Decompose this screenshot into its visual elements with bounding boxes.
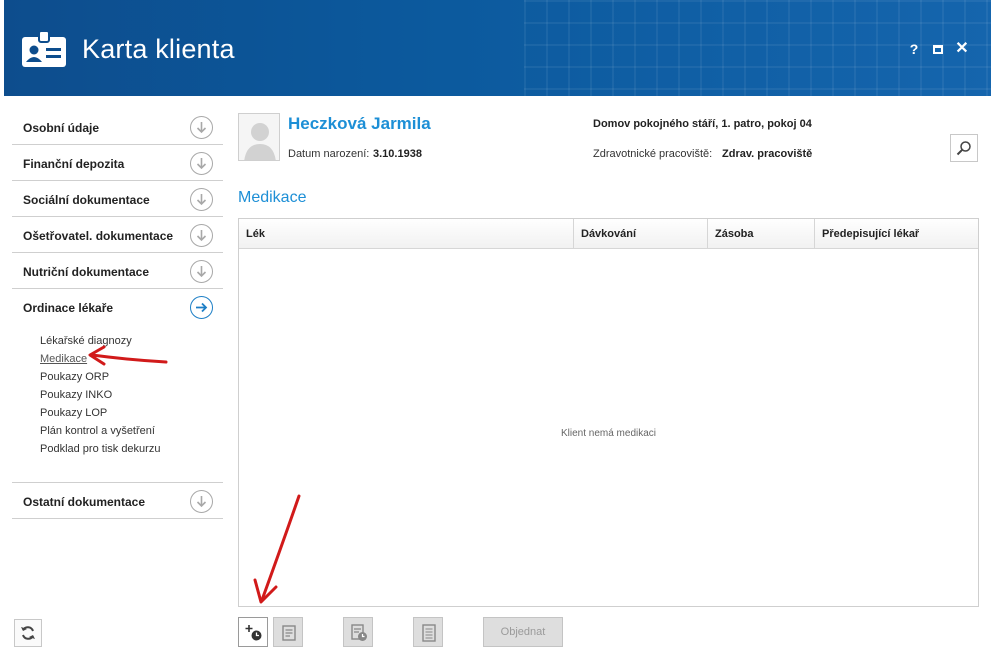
sidebar-item-label: Nutriční dokumentace: [23, 265, 150, 279]
dob-label: Datum narození:: [288, 148, 370, 160]
dob-value: 3.10.1938: [373, 148, 422, 160]
submenu-medikace[interactable]: Medikace: [12, 350, 223, 368]
close-button[interactable]: ✕: [953, 40, 971, 58]
sidebar-item-label: Osobní údaje: [23, 121, 100, 135]
empty-table-message: Klient nemá medikaci: [560, 428, 657, 439]
search-button[interactable]: [950, 134, 978, 162]
client-name: Heczková Jarmila: [288, 114, 431, 133]
column-header-predepisujici-lekar[interactable]: Předepisující lékař: [815, 219, 978, 249]
id-card-icon: [22, 30, 66, 67]
submenu-plan-kontrol[interactable]: Plán kontrol a vyšetření: [12, 422, 223, 440]
table-header: Lék Dávkování Zásoba Předepisující lékař: [239, 219, 978, 249]
sidebar-item-label: Sociální dokumentace: [23, 193, 150, 207]
expand-down-icon[interactable]: [190, 224, 213, 247]
section-title: Medikace: [238, 189, 307, 206]
sidebar-item-label: Finanční depozita: [23, 157, 125, 171]
column-header-davkovani[interactable]: Dávkování: [574, 219, 708, 249]
sidebar-item-label: Ostatní dokumentace: [23, 495, 146, 509]
sidebar-item-nutricni-dokumentace[interactable]: Nutriční dokumentace: [12, 253, 223, 289]
column-header-lek[interactable]: Lék: [239, 219, 574, 249]
submenu-lekarske-diagnozy[interactable]: Lékařské diagnozy: [12, 332, 223, 350]
client-avatar: [238, 113, 280, 161]
sidebar-item-financni-depozita[interactable]: Finanční depozita: [12, 145, 223, 181]
expand-down-icon[interactable]: [190, 260, 213, 283]
sidebar-item-osobni-udaje[interactable]: Osobní údaje: [12, 109, 223, 145]
refresh-icon: [21, 626, 35, 640]
expand-down-icon[interactable]: [190, 116, 213, 139]
arrow-right-icon[interactable]: [190, 296, 213, 319]
person-placeholder-icon: [244, 123, 276, 160]
document-list-icon: [422, 624, 436, 642]
sidebar-item-label: Ordinace lékaře: [23, 301, 114, 315]
document-edit-icon: [282, 625, 296, 641]
submenu-poukazy-orp[interactable]: Poukazy ORP: [12, 368, 223, 386]
workplace-label: Zdravotnické pracoviště:: [593, 148, 713, 160]
submenu-poukazy-inko[interactable]: Poukazy INKO: [12, 386, 223, 404]
maximize-button[interactable]: [929, 40, 947, 58]
maximize-icon: [933, 45, 943, 54]
expand-down-icon[interactable]: [190, 152, 213, 175]
submenu-poukazy-lop[interactable]: Poukazy LOP: [12, 404, 223, 422]
submenu-podklad-tisk-dekurzu[interactable]: Podklad pro tisk dekurzu: [12, 440, 223, 458]
help-button[interactable]: ?: [905, 40, 923, 58]
column-header-zasoba[interactable]: Zásoba: [708, 219, 815, 249]
document-clock-icon: [351, 624, 367, 641]
add-medication-button[interactable]: [238, 617, 268, 647]
sidebar-item-ostatni-dokumentace[interactable]: Ostatní dokumentace: [12, 483, 223, 519]
medication-history-button[interactable]: [343, 617, 373, 647]
sidebar-item-ordinace-lekare[interactable]: Ordinace lékaře: [12, 289, 223, 325]
workplace-value: Zdrav. pracoviště: [722, 148, 813, 160]
medication-table: Lék Dávkování Zásoba Předepisující lékař…: [238, 218, 979, 607]
sidebar-item-osetrovatel-dokumentace[interactable]: Ošetřovatel. dokumentace: [12, 217, 223, 253]
sidebar-nav: Osobní údaje Finanční depozita Sociální …: [12, 109, 223, 519]
refresh-button[interactable]: [14, 619, 42, 647]
client-location: Domov pokojného stáří, 1. patro, pokoj 0…: [593, 118, 812, 130]
ordinace-submenu: Lékařské diagnozy Medikace Poukazy ORP P…: [12, 325, 223, 483]
sidebar-item-label: Ošetřovatel. dokumentace: [23, 229, 174, 243]
sidebar-item-socialni-dokumentace[interactable]: Sociální dokumentace: [12, 181, 223, 217]
expand-down-icon[interactable]: [190, 490, 213, 513]
window-header: Karta klienta ? ✕: [4, 0, 991, 96]
print-document-button[interactable]: [413, 617, 443, 647]
search-icon: [956, 141, 971, 156]
order-button[interactable]: Objednat: [483, 617, 563, 647]
window-title: Karta klienta: [82, 34, 235, 64]
client-card-window: Karta klienta ? ✕ Osobní údaje Finanční …: [0, 0, 991, 658]
expand-down-icon[interactable]: [190, 188, 213, 211]
add-clock-icon: [245, 625, 262, 641]
edit-medication-button[interactable]: [273, 617, 303, 647]
